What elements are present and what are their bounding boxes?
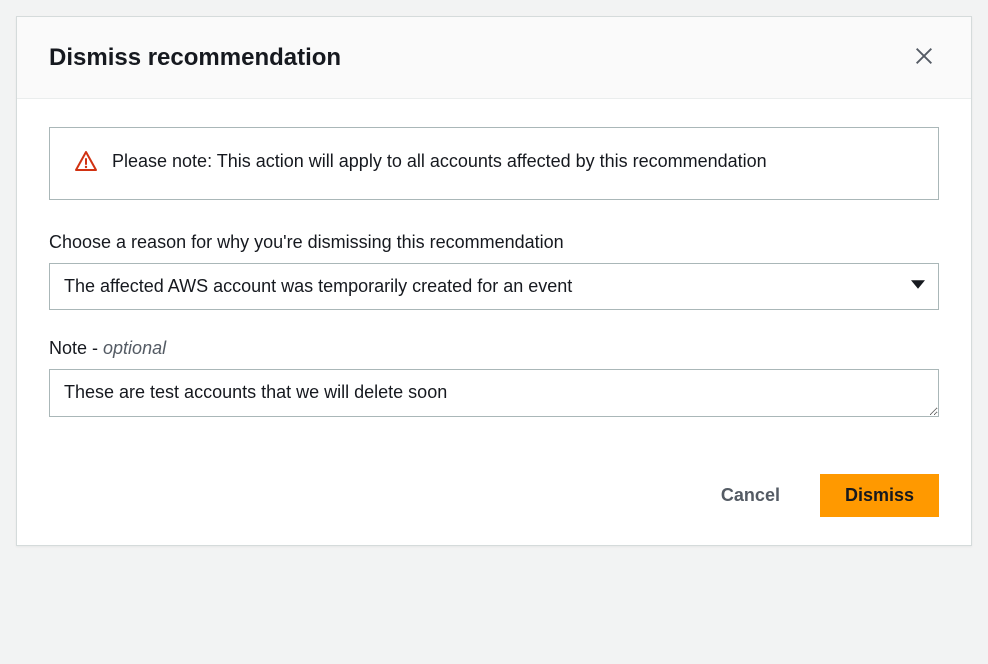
note-textarea[interactable] xyxy=(49,369,939,417)
dismiss-recommendation-modal: Dismiss recommendation Please note: This… xyxy=(16,16,972,546)
warning-text: Please note: This action will apply to a… xyxy=(112,148,767,175)
note-wrapper xyxy=(49,369,939,422)
close-icon xyxy=(913,45,935,70)
close-button[interactable] xyxy=(909,41,939,74)
reason-select-wrapper: The affected AWS account was temporarily… xyxy=(49,263,939,310)
note-label-main: Note xyxy=(49,338,87,358)
warning-alert: Please note: This action will apply to a… xyxy=(49,127,939,200)
note-label-optional: optional xyxy=(103,338,166,358)
dismiss-button[interactable]: Dismiss xyxy=(820,474,939,517)
modal-header: Dismiss recommendation xyxy=(17,17,971,99)
warning-icon xyxy=(74,150,98,179)
reason-select[interactable]: The affected AWS account was temporarily… xyxy=(49,263,939,310)
note-label: Note - optional xyxy=(49,338,939,359)
modal-body: Please note: This action will apply to a… xyxy=(17,99,971,454)
modal-footer: Cancel Dismiss xyxy=(17,454,971,545)
reason-label: Choose a reason for why you're dismissin… xyxy=(49,232,939,253)
cancel-button[interactable]: Cancel xyxy=(697,474,804,517)
note-label-dash: - xyxy=(87,338,103,358)
modal-title: Dismiss recommendation xyxy=(49,44,341,72)
